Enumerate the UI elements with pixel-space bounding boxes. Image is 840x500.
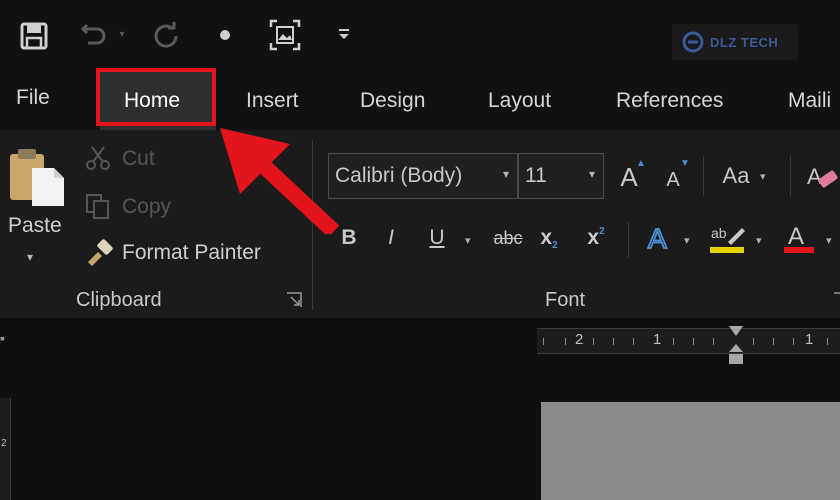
subscript-button[interactable]: x2 (538, 224, 560, 252)
superscript-marker: 2 (599, 225, 605, 237)
svg-text:ab: ab (711, 225, 727, 241)
paste-chevron-icon[interactable]: ▾ (27, 250, 33, 264)
logo-text: DLZ TECH (710, 34, 779, 50)
highlight-color-icon[interactable]: ab (708, 220, 748, 256)
copy-icon[interactable] (84, 192, 114, 222)
vertical-ruler[interactable] (0, 398, 11, 500)
home-highlight-box (96, 68, 216, 126)
font-separator (628, 222, 629, 258)
font-name-chevron-icon: ▾ (502, 167, 509, 181)
tab-layout[interactable]: Layout (488, 89, 551, 113)
brand-logo: DLZ TECH (672, 24, 798, 60)
text-effects-chevron-icon[interactable]: ▾ (684, 234, 690, 247)
cut-icon[interactable] (84, 144, 114, 174)
bullet-icon[interactable] (212, 22, 238, 48)
indent-marker-icon[interactable] (727, 324, 745, 366)
clear-formatting-icon[interactable]: A (805, 160, 840, 194)
format-painter-icon[interactable] (84, 236, 116, 268)
ruler-tick (693, 338, 694, 345)
vertical-ruler-number: 2 (1, 438, 7, 449)
change-case-chevron-icon[interactable]: ▾ (760, 170, 766, 183)
change-case-button[interactable]: Aa (716, 158, 756, 194)
ruler-tick (633, 338, 634, 345)
copy-label[interactable]: Copy (122, 195, 171, 219)
font-name-dropdown[interactable]: Calibri (Body) ▾ (328, 153, 518, 199)
redo-icon[interactable] (148, 18, 184, 54)
highlight-chevron-icon[interactable]: ▾ (756, 234, 762, 247)
font-color-icon[interactable]: A (782, 220, 816, 256)
font-size-chevron-icon: ▾ (588, 167, 595, 181)
font-size-dropdown[interactable]: 11 ▾ (518, 153, 604, 199)
ruler-tick (673, 338, 674, 345)
ruler-number: 2 (575, 331, 584, 348)
ruler-number: 1 (653, 331, 662, 348)
ruler-tick (827, 338, 828, 345)
superscript-label: x (587, 226, 600, 249)
document-page[interactable] (541, 402, 840, 500)
tab-file[interactable]: File (16, 86, 50, 110)
font-group-label: Font (545, 289, 586, 311)
tab-insert[interactable]: Insert (246, 89, 299, 113)
font-color-chevron-icon[interactable]: ▾ (826, 234, 832, 247)
tab-references[interactable]: References (616, 89, 723, 113)
text-effects-icon[interactable]: A (646, 222, 676, 255)
ruler-tick (753, 338, 754, 345)
ruler-tick (773, 338, 774, 345)
font-name-value: Calibri (Body) (335, 164, 463, 187)
paste-label[interactable]: Paste (8, 214, 62, 238)
tab-mailings[interactable]: Maili (788, 89, 831, 113)
strikethrough-button[interactable]: abc (490, 224, 526, 252)
font-separator (703, 156, 704, 196)
screenshot-icon[interactable] (266, 16, 304, 54)
underline-button[interactable]: U (426, 224, 448, 252)
bold-button[interactable]: B (338, 224, 360, 252)
ruler-tick (543, 338, 544, 345)
undo-dropdown-chevron-icon[interactable]: ▾ (116, 28, 128, 40)
subscript-label: x (540, 226, 553, 249)
font-size-value: 11 (525, 164, 547, 187)
clipboard-group-label: Clipboard (76, 289, 162, 311)
superscript-button[interactable]: x2 (584, 224, 608, 252)
clipboard-launcher-icon[interactable] (286, 292, 302, 308)
paste-icon[interactable] (8, 146, 68, 208)
font-launcher-icon[interactable] (833, 292, 840, 308)
ruler-tick (713, 338, 714, 345)
ruler-corner-icon: ▪ (0, 330, 5, 346)
cut-label[interactable]: Cut (122, 147, 155, 171)
format-painter-label[interactable]: Format Painter (122, 241, 261, 265)
svg-text:A: A (807, 164, 822, 189)
svg-text:A: A (648, 223, 667, 254)
ruler-tick (613, 338, 614, 345)
shrink-font-arrow-icon: ▼ (680, 158, 690, 169)
ruler-tick (565, 338, 566, 345)
grow-font-arrow-icon: ▲ (636, 158, 646, 169)
ruler-number: 1 (805, 331, 814, 348)
tab-design[interactable]: Design (360, 89, 425, 113)
logo-mark-icon (682, 31, 704, 53)
pointer-arrow-icon (214, 124, 340, 238)
underline-chevron-icon[interactable]: ▾ (465, 234, 471, 247)
font-separator (790, 156, 791, 196)
save-icon[interactable] (16, 18, 52, 54)
horizontal-ruler[interactable]: 2 1 1 (537, 328, 840, 354)
ruler-tick (593, 338, 594, 345)
svg-text:A: A (788, 223, 804, 250)
customize-icon[interactable] (334, 22, 354, 46)
ruler-tick (793, 338, 794, 345)
italic-button[interactable]: I (380, 224, 402, 252)
subscript-marker: 2 (552, 239, 558, 251)
undo-icon[interactable] (76, 18, 112, 54)
